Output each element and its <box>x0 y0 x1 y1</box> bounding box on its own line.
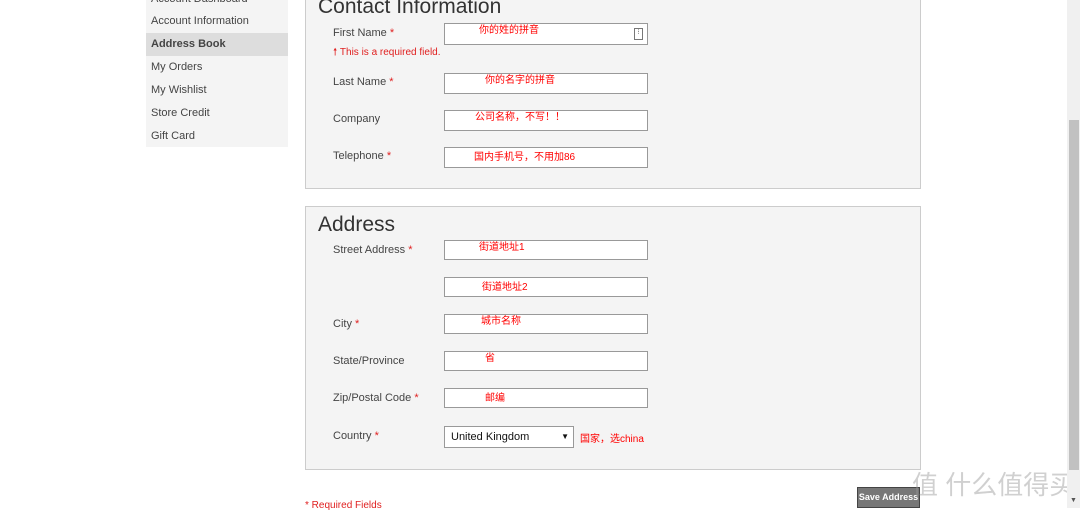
state-label: State/Province <box>333 355 405 367</box>
city-label: City * <box>333 318 360 330</box>
street-address-line2-input[interactable]: 街道地址2 <box>444 277 648 297</box>
street-address-label: Street Address * <box>333 244 413 256</box>
arrow-up-icon: 🠕 <box>333 47 338 58</box>
street-address-line1-input[interactable]: 街道地址1 <box>444 240 648 260</box>
sidebar-item-my-orders[interactable]: My Orders <box>146 56 288 79</box>
first-name-error: 🠕 This is a required field. <box>333 47 441 58</box>
last-name-label: Last Name * <box>333 76 394 88</box>
sidebar-item-account-information[interactable]: Account Information <box>146 10 288 33</box>
scroll-down-icon[interactable]: ▼ <box>1070 497 1077 504</box>
zip-input[interactable]: 邮编 <box>444 388 648 408</box>
watermark-logo: 值 什么值得买 <box>912 470 1076 500</box>
scrollbar-thumb[interactable] <box>1069 120 1079 470</box>
company-input[interactable]: 公司名称，不写！！ <box>444 110 648 131</box>
account-sidebar: Account Dashboard Account Information Ad… <box>146 0 288 147</box>
save-address-button[interactable]: Save Address <box>857 487 920 508</box>
state-input[interactable]: 省 <box>444 351 648 371</box>
address-fieldset: Address Street Address * 街道地址1 街道地址2 Cit… <box>305 206 921 470</box>
telephone-input[interactable]: 国内手机号，不用加86 <box>444 147 648 168</box>
dropdown-arrow-icon: ▼ <box>561 432 569 441</box>
sidebar-item-address-book[interactable]: Address Book <box>146 33 288 56</box>
first-name-label: First Name * <box>333 27 395 39</box>
sidebar-item-my-wishlist[interactable]: My Wishlist <box>146 79 288 102</box>
address-legend: Address <box>318 213 396 236</box>
country-note: 国家，选china <box>580 434 644 445</box>
zip-label: Zip/Postal Code * <box>333 392 419 404</box>
city-input[interactable]: 城市名称 <box>444 314 648 334</box>
last-name-input[interactable]: 你的名字的拼音 <box>444 73 648 94</box>
sidebar-item-store-credit[interactable]: Store Credit <box>146 102 288 125</box>
contact-legend: Contact Information <box>318 0 502 18</box>
contact-information-fieldset: Contact Information First Name * 你的姓的拼音 ⁝… <box>305 0 921 189</box>
country-label: Country * <box>333 430 379 442</box>
country-select[interactable]: United Kingdom ▼ <box>444 426 574 448</box>
contact-card-icon: ⁝ <box>634 28 643 40</box>
sidebar-item-gift-card[interactable]: Gift Card <box>146 125 288 148</box>
company-label: Company <box>333 113 381 125</box>
telephone-label: Telephone * <box>333 150 392 162</box>
first-name-input[interactable]: 你的姓的拼音 ⁝ <box>444 23 648 45</box>
required-fields-note: * Required Fields <box>305 500 382 511</box>
